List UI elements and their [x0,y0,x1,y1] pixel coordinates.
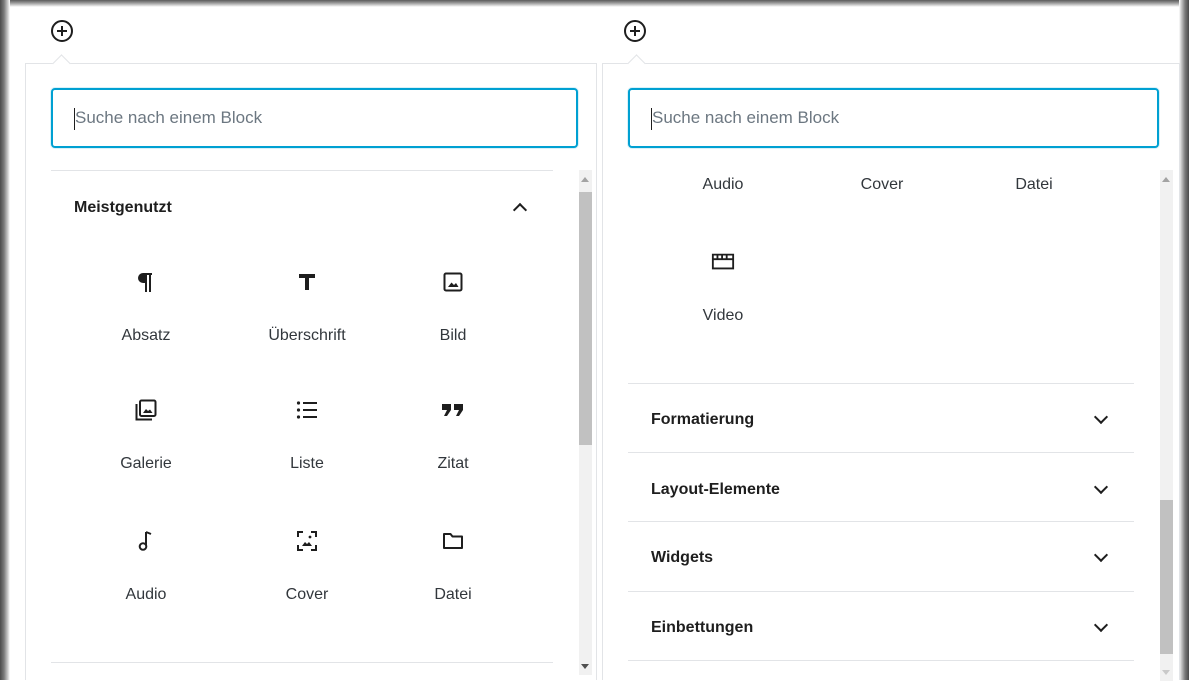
block-label: Bild [439,327,467,344]
gallery-icon [134,398,158,422]
block-label: Zitat [437,455,469,472]
category-title: Layout-Elemente [651,481,780,498]
divider [628,660,1134,661]
window-shadow-top [0,0,1189,7]
add-block-icon[interactable] [624,20,646,42]
block-label: Überschrift [268,327,346,344]
divider [51,170,553,171]
block-item-quote[interactable]: Zitat [378,398,528,478]
video-icon [711,250,735,274]
search-input[interactable] [628,88,1159,148]
block-label-audio[interactable]: Audio [648,176,798,194]
category-title: Widgets [651,549,714,566]
block-item-image[interactable]: Bild [378,270,528,350]
block-label-cover[interactable]: Cover [807,176,957,194]
scrollbar-thumb[interactable] [579,192,592,445]
block-item-paragraph[interactable]: Absatz [71,270,221,350]
paragraph-icon [134,270,158,294]
category-title: Formatierung [651,411,755,428]
divider [628,452,1134,453]
divider [628,591,1134,592]
block-label: Absatz [121,327,171,344]
scroll-up-arrow-icon[interactable] [581,177,589,182]
block-inserter-left: Meistgenutzt Absatz Überschrift Bild Gal… [25,54,597,680]
quote-icon [441,398,465,422]
cover-icon [295,529,319,553]
scrollbar-thumb[interactable] [1160,500,1173,654]
block-label-file[interactable]: Datei [959,176,1109,194]
block-label: Audio [125,586,167,603]
divider [51,662,553,663]
scroll-up-arrow-icon[interactable] [1162,177,1170,182]
divider [628,383,1134,384]
scroll-down-arrow-icon[interactable] [581,664,589,669]
image-icon [441,270,465,294]
text-cursor [651,108,652,130]
block-item-heading[interactable]: Überschrift [232,270,382,350]
window-shadow-left [0,0,10,680]
search-input[interactable] [51,88,578,148]
popover-arrow [627,54,646,73]
window-shadow-right [1179,0,1189,680]
block-label: Liste [290,455,324,472]
block-label: Galerie [120,455,172,472]
chevron-up-icon[interactable] [512,202,528,218]
popover-arrow [52,54,71,73]
add-block-icon[interactable] [51,20,73,42]
section-title-most-used: Meistgenutzt [74,199,172,216]
block-item-gallery[interactable]: Galerie [71,398,221,478]
block-inserter-right: Audio Cover Datei Video Formatierung Lay… [602,54,1180,681]
audio-icon [134,529,158,553]
block-label: Cover [285,586,329,603]
block-label: Datei [434,586,472,603]
heading-icon [295,270,319,294]
block-item-audio[interactable]: Audio [71,529,221,609]
list-icon [295,398,319,422]
scroll-down-arrow-icon[interactable] [1162,670,1170,675]
category-title: Einbettungen [651,619,754,636]
block-item-list[interactable]: Liste [232,398,382,478]
chevron-down-icon[interactable] [1093,617,1109,633]
chevron-down-icon[interactable] [1093,409,1109,425]
block-item-file[interactable]: Datei [378,529,528,609]
divider [628,521,1134,522]
chevron-down-icon[interactable] [1093,479,1109,495]
block-label: Video [702,307,744,324]
text-cursor [74,108,75,130]
block-item-video[interactable]: Video [648,250,798,330]
chevron-down-icon[interactable] [1093,547,1109,563]
file-icon [441,529,465,553]
block-item-cover[interactable]: Cover [232,529,382,609]
